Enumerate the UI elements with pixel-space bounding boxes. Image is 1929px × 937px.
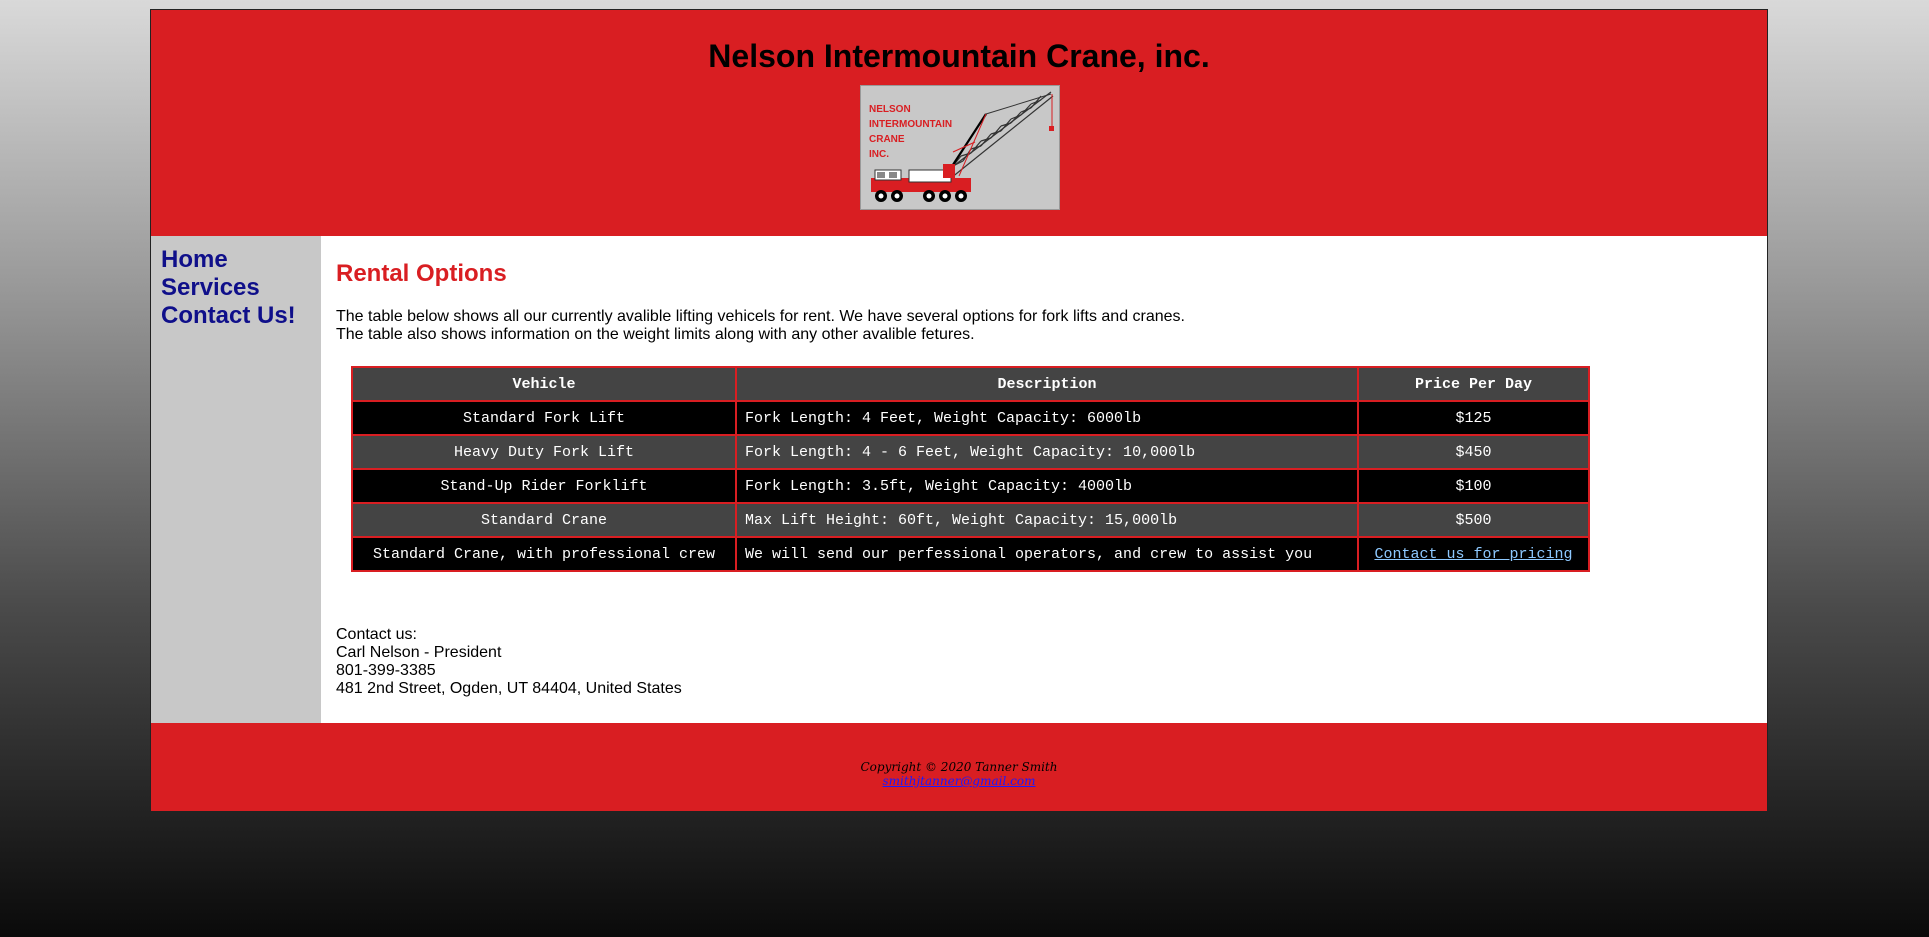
footer-text: Copyright © 2020 Tanner Smith smithjtann…	[151, 760, 1767, 788]
cell-vehicle: Heavy Duty Fork Lift	[351, 434, 737, 470]
header-vehicle: Vehicle	[351, 366, 737, 402]
cell-description: We will send our perfessional operators,…	[735, 536, 1359, 572]
cell-vehicle: Stand-Up Rider Forklift	[351, 468, 737, 504]
company-logo: NELSON INTERMOUNTAIN CRANE INC.	[860, 85, 1060, 210]
table-row: Standard Crane, with professional crew W…	[351, 536, 1590, 572]
cell-vehicle: Standard Crane, with professional crew	[351, 536, 737, 572]
sidebar-nav: Home Services Contact Us!	[151, 236, 321, 723]
cell-description: Fork Length: 3.5ft, Weight Capacity: 400…	[735, 468, 1359, 504]
cell-vehicle: Standard Crane	[351, 502, 737, 538]
site-title: Nelson Intermountain Crane, inc.	[708, 38, 1210, 74]
copyright-text: Copyright © 2020 Tanner Smith	[860, 760, 1058, 774]
nav-link-services[interactable]: Services	[161, 274, 296, 302]
site-header: Nelson Intermountain Crane, inc. NELSON …	[151, 10, 1767, 236]
footer-email-link[interactable]: smithjtanner@gmail.com	[883, 774, 1036, 788]
cell-description: Fork Length: 4 - 6 Feet, Weight Capacity…	[735, 434, 1359, 470]
cell-price: $500	[1357, 502, 1590, 538]
contact-phone: 801-399-3385	[336, 662, 436, 679]
contact-name: Carl Nelson - President	[336, 644, 502, 661]
header-price: Price Per Day	[1357, 366, 1590, 402]
intro-text: The table below shows all our currently …	[336, 308, 1185, 344]
contact-address: 481 2nd Street, Ogden, UT 84404, United …	[336, 680, 682, 697]
cell-description: Fork Length: 4 Feet, Weight Capacity: 60…	[735, 400, 1359, 436]
table-row: Stand-Up Rider Forklift Fork Length: 3.5…	[351, 468, 1590, 504]
nav-link-contact[interactable]: Contact Us!	[161, 302, 296, 330]
rental-table: Vehicle Description Price Per Day Standa…	[351, 366, 1590, 572]
header-description: Description	[735, 366, 1359, 402]
main-content: Rental Options The table below shows all…	[336, 236, 1746, 723]
section-title: Rental Options	[336, 260, 507, 287]
cell-description: Max Lift Height: 60ft, Weight Capacity: …	[735, 502, 1359, 538]
table-row: Standard Crane Max Lift Height: 60ft, We…	[351, 502, 1590, 538]
intro-line-1: The table below shows all our currently …	[336, 308, 1185, 325]
cell-price: $100	[1357, 468, 1590, 504]
nav-link-home[interactable]: Home	[161, 246, 296, 274]
contact-heading: Contact us:	[336, 626, 417, 643]
intro-line-2: The table also shows information on the …	[336, 326, 975, 343]
cell-price: Contact us for pricing	[1357, 536, 1590, 572]
crane-illustration	[871, 91, 1054, 202]
cell-price: $450	[1357, 434, 1590, 470]
cell-vehicle: Standard Fork Lift	[351, 400, 737, 436]
table-row: Standard Fork Lift Fork Length: 4 Feet, …	[351, 400, 1590, 436]
page-container: Nelson Intermountain Crane, inc. NELSON …	[150, 9, 1768, 812]
nav-list: Home Services Contact Us!	[151, 246, 296, 330]
contact-pricing-link[interactable]: Contact us for pricing	[1374, 546, 1572, 563]
table-header-row: Vehicle Description Price Per Day	[351, 366, 1590, 402]
cell-price: $125	[1357, 400, 1590, 436]
contact-block: Contact us: Carl Nelson - President 801-…	[336, 626, 682, 698]
table-row: Heavy Duty Fork Lift Fork Length: 4 - 6 …	[351, 434, 1590, 470]
site-footer: Copyright © 2020 Tanner Smith smithjtann…	[151, 723, 1767, 811]
